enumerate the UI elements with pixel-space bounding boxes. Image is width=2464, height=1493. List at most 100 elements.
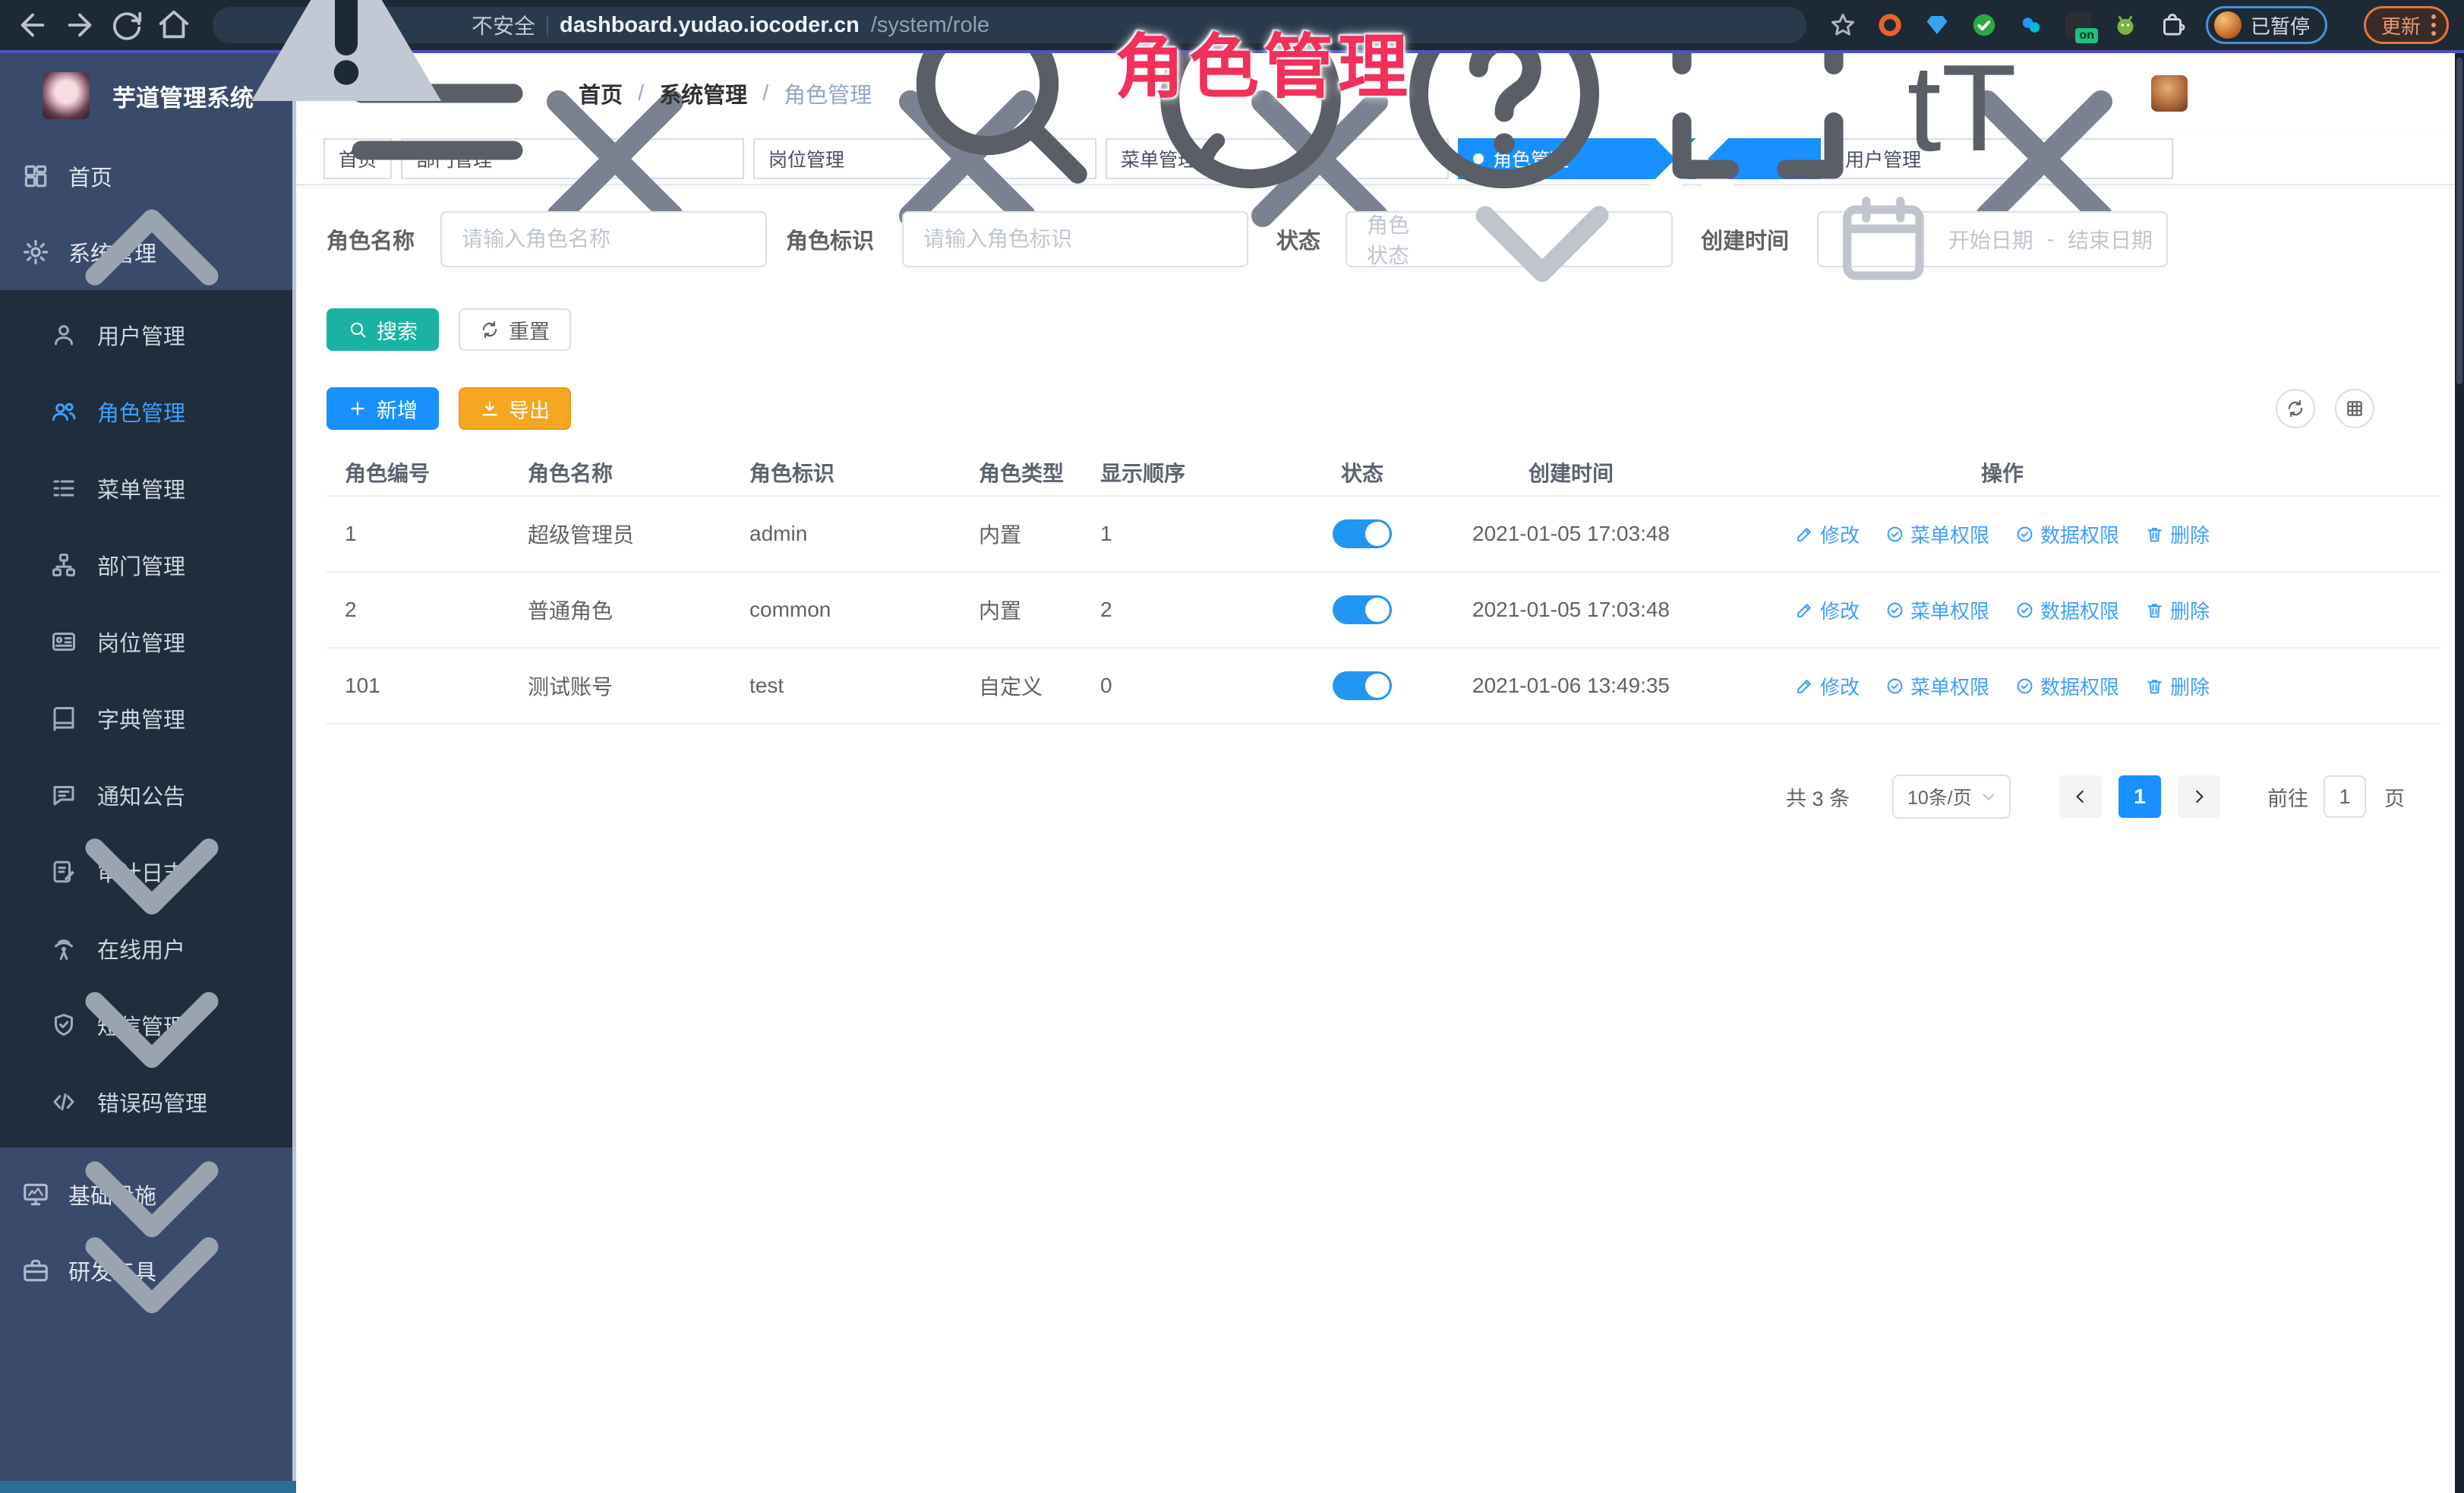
create-time-label: 创建时间 [1701,223,1789,255]
status-toggle[interactable] [1333,671,1392,700]
breadcrumb-system[interactable]: 系统管理 [659,77,747,109]
delete-link[interactable]: 删除 [2145,596,2210,624]
extension-check-icon[interactable] [1970,11,1998,39]
user-icon [50,321,77,349]
plus-icon [348,399,368,418]
menu-permission-link[interactable]: 菜单权限 [1885,596,1989,624]
edit-icon [1795,525,1814,544]
user-avatar[interactable] [2151,75,2188,112]
sidebar-item-users[interactable]: 用户管理 [0,296,296,373]
sidebar-item-audit-log[interactable]: 审计日志 [0,833,296,910]
breadcrumb-separator: / [638,81,644,106]
sidebar-item-dict[interactable]: 字典管理 [0,680,296,756]
delete-link[interactable]: 删除 [2145,520,2210,548]
edit-icon [1795,601,1814,620]
page-scrollbar[interactable] [2455,53,2464,1493]
menu-permission-link[interactable]: 菜单权限 [1885,520,1989,548]
book-icon [50,705,77,732]
add-button[interactable]: 新增 [327,387,439,430]
profile-paused-pill[interactable]: 已暂停 [2206,6,2327,44]
url-path[interactable]: /system/role [871,13,989,38]
role-name-label: 角色名称 [327,223,415,255]
menu-permission-link[interactable]: 菜单权限 [1885,672,1989,700]
warning-icon [232,0,460,139]
url-host[interactable]: dashboard.yudao.iocoder.cn [560,13,860,38]
breadcrumb-home[interactable]: 首页 [579,77,623,109]
sidebar-item-sms[interactable]: 短信管理 [0,986,296,1063]
end-date-placeholder: 结束日期 [2068,224,2153,254]
page-number-1[interactable]: 1 [2119,775,2161,818]
reload-icon[interactable] [109,8,144,43]
search-button[interactable]: 搜索 [327,308,439,351]
annotation-overlay-text: 角色管理 [1115,11,1412,112]
circle-check-icon [1885,677,1904,696]
sidebar-item-roles[interactable]: 角色管理 [0,373,296,450]
columns-grid-button[interactable] [2335,389,2374,428]
kebab-menu-icon[interactable] [2431,14,2436,36]
start-date-placeholder: 开始日期 [1948,224,2033,254]
data-permission-link[interactable]: 数据权限 [2015,520,2119,548]
sidebar-submenu-system: 用户管理 角色管理 菜单管理 部门管理 岗位管理 字典管理 [0,290,296,1147]
trash-icon [2145,525,2164,544]
extension-drops-icon[interactable] [2018,11,2045,39]
trash-icon [2145,601,2164,620]
extension-on-icon[interactable]: on [2065,11,2092,39]
export-button[interactable]: 导出 [459,387,571,430]
status-toggle[interactable] [1333,595,1392,624]
table-toolbar: 新增 导出 [327,387,2455,430]
browser-extensions: on 已暂停 更新 [1829,6,2449,44]
extension-android-icon[interactable] [2112,11,2139,39]
sidebar-item-menus[interactable]: 菜单管理 [0,450,296,526]
forward-icon[interactable] [62,8,97,43]
page-content: 角色名称 角色标识 状态 角色状态 创建时间 开始日期 - 结束日期 [296,185,2455,819]
reset-button[interactable]: 重置 [459,308,571,351]
extension-target-icon[interactable] [1876,11,1904,39]
scrollbar-thumb[interactable] [2456,58,2462,384]
extension-on-badge: on [2075,28,2098,43]
bookmark-star-icon[interactable] [1829,11,1857,39]
data-permission-link[interactable]: 数据权限 [2015,596,2119,624]
sidebar-bottom-bar [0,1481,296,1493]
sidebar-item-positions[interactable]: 岗位管理 [0,603,296,680]
address-bar[interactable]: 不安全 dashboard.yudao.iocoder.cn /system/r… [213,7,1806,43]
tags-view-bar: 首页 部门管理 岗位管理 菜单管理 角色管理 用户管理 [296,134,2455,185]
chevron-down-icon [1428,125,1656,353]
table-row: 1 超级管理员 admin 内置 1 2021-01-05 17:03:48 修… [327,497,2441,573]
role-key-input[interactable] [902,211,1248,267]
sidebar-item-departments[interactable]: 部门管理 [0,526,296,603]
home-icon[interactable] [156,8,191,43]
browser-update-button[interactable]: 更新 [2364,6,2449,44]
table-header-row: 角色编号 角色名称 角色标识 角色类型 显示顺序 状态 创建时间 操作 [327,450,2441,497]
users-icon [50,398,77,425]
breadcrumb-separator: / [762,81,768,106]
prev-page-button[interactable] [2059,775,2102,818]
refresh-table-button[interactable] [2276,389,2315,428]
columns-grid-icon [2345,399,2365,418]
sidebar-scrollbar[interactable] [292,53,296,1493]
search-icon [348,320,368,339]
refresh-icon [480,320,500,339]
status-label: 状态 [1276,223,1320,255]
chevron-down-icon [1979,787,1999,806]
back-icon[interactable] [15,8,50,43]
edit-link[interactable]: 修改 [1795,520,1860,548]
date-range-picker[interactable]: 开始日期 - 结束日期 [1817,211,2168,267]
status-select[interactable]: 角色状态 [1346,211,1673,267]
sidebar-item-devtools[interactable]: 研发工具 [0,1233,296,1308]
extension-gem-icon[interactable] [1923,11,1951,39]
sidebar-item-system[interactable]: 系统管理 [0,214,296,290]
main-area: 首页 / 系统管理 / 角色管理 tT 首页 部门管理 [296,53,2455,1493]
extension-puzzle-icon[interactable] [2159,11,2186,39]
security-label[interactable]: 不安全 [472,10,535,40]
delete-link[interactable]: 删除 [2145,672,2210,700]
goto-page-input[interactable] [2324,775,2366,818]
browser-profile-avatar [2214,11,2242,39]
edit-link[interactable]: 修改 [1795,672,1860,700]
next-page-button[interactable] [2178,775,2220,818]
role-name-input[interactable] [440,211,767,267]
status-toggle[interactable] [1333,519,1392,548]
data-permission-link[interactable]: 数据权限 [2015,672,2119,700]
roles-table: 角色编号 角色名称 角色标识 角色类型 显示顺序 状态 创建时间 操作 1 超级… [327,450,2441,724]
page-size-select[interactable]: 10条/页 [1892,775,2011,819]
edit-link[interactable]: 修改 [1795,596,1860,624]
